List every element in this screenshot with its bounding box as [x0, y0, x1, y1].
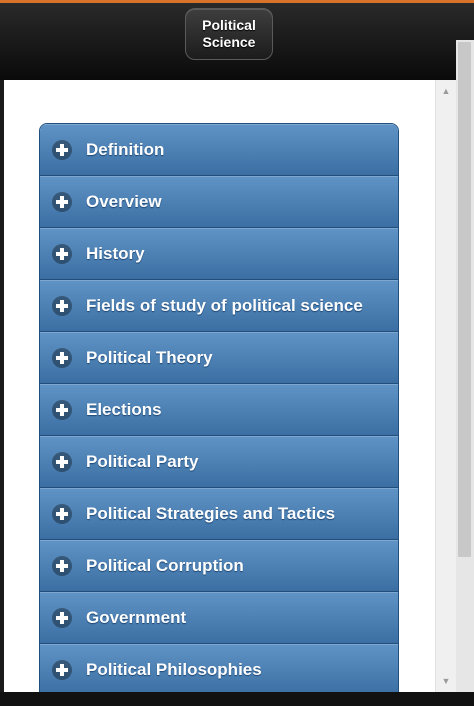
list-item-label: Political Corruption — [86, 556, 244, 575]
list-item-elections[interactable]: Elections — [40, 384, 398, 436]
list-item-label: Political Party — [86, 452, 199, 471]
window-scrollbar[interactable] — [456, 40, 474, 692]
list-item-political-theory[interactable]: Political Theory — [40, 332, 398, 384]
content-scrollbar[interactable]: ▲ ▼ — [435, 80, 456, 692]
list-item-fields-of-study[interactable]: Fields of study of political science — [40, 280, 398, 332]
app-window: Political Science Definition Overview Hi… — [0, 0, 474, 706]
list-item-label: Government — [86, 608, 187, 627]
scroll-up-arrow-icon[interactable]: ▲ — [436, 84, 456, 98]
list-item-label: History — [86, 244, 145, 263]
plus-icon — [52, 400, 72, 420]
list-item-government[interactable]: Government — [40, 592, 398, 644]
scroll-down-arrow-icon[interactable]: ▼ — [436, 674, 456, 688]
plus-icon — [52, 556, 72, 576]
plus-icon — [52, 504, 72, 524]
list-item-label: Definition — [86, 140, 165, 159]
list-item-overview[interactable]: Overview — [40, 176, 398, 228]
page-title-button[interactable]: Political Science — [185, 8, 273, 60]
plus-icon — [52, 140, 72, 160]
list-item-label: Political Strategies and Tactics — [86, 504, 336, 523]
topic-list: Definition Overview History Fields of st… — [39, 123, 399, 692]
bottom-bar — [0, 692, 474, 706]
list-item-political-corruption[interactable]: Political Corruption — [40, 540, 398, 592]
header-bar: Political Science — [0, 3, 474, 80]
plus-icon — [52, 192, 72, 212]
page-title-line-2: Science — [202, 34, 256, 50]
plus-icon — [52, 244, 72, 264]
plus-icon — [52, 452, 72, 472]
list-item-political-strategies[interactable]: Political Strategies and Tactics — [40, 488, 398, 540]
list-item-label: Political Philosophies — [86, 660, 262, 679]
page-title-line-1: Political — [202, 17, 256, 33]
list-item-label: Fields of study of political science — [86, 296, 363, 315]
list-item-label: Overview — [86, 192, 162, 211]
list-item-political-philosophies[interactable]: Political Philosophies — [40, 644, 398, 692]
plus-icon — [52, 348, 72, 368]
list-item-label: Political Theory — [86, 348, 213, 367]
plus-icon — [52, 296, 72, 316]
list-item-definition[interactable]: Definition — [40, 124, 398, 176]
plus-icon — [52, 660, 72, 680]
list-item-political-party[interactable]: Political Party — [40, 436, 398, 488]
content-area: Definition Overview History Fields of st… — [4, 80, 435, 692]
plus-icon — [52, 608, 72, 628]
window-scrollbar-thumb[interactable] — [458, 42, 471, 557]
list-item-history[interactable]: History — [40, 228, 398, 280]
list-item-label: Elections — [86, 400, 162, 419]
